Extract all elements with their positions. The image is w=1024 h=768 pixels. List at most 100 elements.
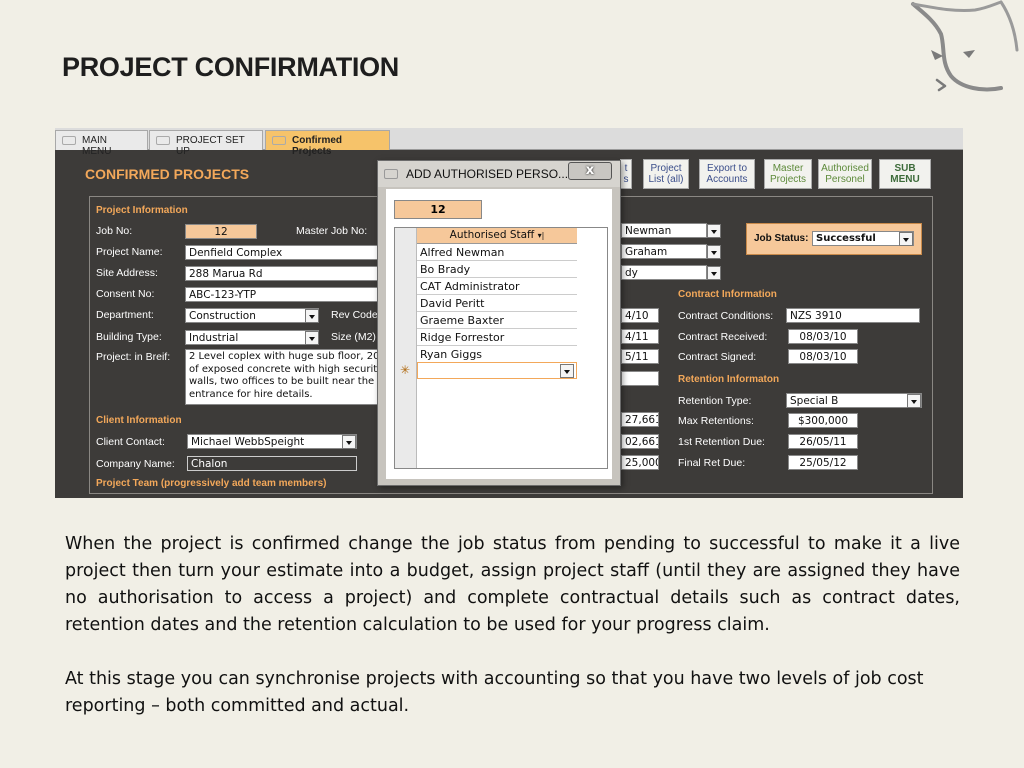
description-paragraph: When the project is confirmed change the… [65, 534, 960, 635]
staff-field[interactable]: Graham [621, 244, 707, 259]
building-type-label: Building Type: [96, 331, 162, 343]
master-projects-button[interactable]: Master Projects [764, 159, 812, 189]
max-retentions-field[interactable]: $300,000 [788, 413, 858, 428]
contract-conditions-field[interactable]: NZS 3910 [786, 308, 920, 323]
navigation-tabs: MAIN MENU PROJECT SET UP Confirmed Proje… [55, 128, 963, 157]
contract-received-label: Contract Received: [678, 331, 768, 343]
max-retentions-label: Max Retentions: [678, 415, 754, 427]
staff-field[interactable]: dy [621, 265, 707, 280]
tab-project-set-up[interactable]: PROJECT SET UP [149, 130, 263, 157]
building-type-dropdown[interactable]: Industrial [185, 330, 319, 345]
chevron-down-icon[interactable] [707, 224, 721, 238]
job-status-label: Job Status: [754, 233, 809, 244]
form-heading: CONFIRMED PROJECTS [85, 166, 250, 182]
chevron-down-icon[interactable] [560, 364, 574, 378]
amount-field[interactable]: 02,661 [621, 434, 659, 449]
contract-signed-label: Contract Signed: [678, 351, 757, 363]
tab-confirmed-projects[interactable]: Confirmed Projects [265, 130, 390, 157]
project-name-label: Project Name: [96, 246, 163, 258]
client-info-heading: Client Information [96, 415, 182, 426]
retention-type-dropdown[interactable]: Special B [786, 393, 922, 408]
sort-dropdown-icon[interactable]: ▾| [538, 231, 545, 240]
date-field[interactable]: 4/10 [621, 308, 659, 323]
add-authorised-personnel-dialog: ADD AUTHORISED PERSO... x 12 Authorised … [377, 160, 621, 486]
first-retention-due-label: 1st Retention Due: [678, 436, 765, 448]
chevron-down-icon[interactable] [305, 309, 319, 323]
retention-type-label: Retention Type: [678, 395, 752, 407]
close-button[interactable]: x [568, 162, 612, 180]
amount-field[interactable]: 27,661 [621, 412, 659, 427]
job-no-label: Job No: [96, 225, 133, 237]
chevron-down-icon[interactable] [707, 266, 721, 280]
table-row[interactable]: Ridge Forrestor [417, 329, 577, 346]
rev-code-label: Rev Code [331, 309, 378, 321]
date-field[interactable]: 5/11 [621, 349, 659, 364]
authorised-personel-button[interactable]: Authorised Personel [818, 159, 872, 189]
department-dropdown[interactable]: Construction [185, 308, 319, 323]
size-label: Size (M2) [331, 331, 376, 343]
chevron-down-icon[interactable] [907, 394, 921, 408]
authorised-staff-column-header[interactable]: Authorised Staff ▾| [417, 228, 577, 244]
client-contact-label: Client Contact: [96, 436, 165, 448]
project-brief-field[interactable]: 2 Level coplex with huge sub floor, 20 o… [185, 349, 385, 405]
tab-label: Confirmed Projects [292, 135, 342, 157]
new-staff-dropdown[interactable] [417, 362, 577, 379]
consent-no-label: Consent No: [96, 288, 155, 300]
tab-label: MAIN MENU [82, 135, 112, 157]
record-selector-column[interactable] [395, 228, 417, 468]
tab-label: PROJECT SET UP [176, 135, 245, 157]
company-name-field[interactable]: Chalon [187, 456, 357, 471]
company-name-label: Company Name: [96, 458, 175, 470]
client-contact-dropdown[interactable]: Michael WebbSpeight [187, 434, 357, 449]
project-info-heading: Project Information [96, 205, 188, 216]
table-row[interactable]: Bo Brady [417, 261, 577, 278]
blank-field[interactable] [621, 371, 659, 386]
chevron-down-icon[interactable] [342, 435, 356, 449]
site-address-field[interactable]: 288 Marua Rd [185, 266, 385, 281]
job-no-field[interactable]: 12 [185, 224, 257, 239]
form-icon [272, 136, 286, 145]
description-paragraph: At this stage you can synchronise projec… [65, 669, 924, 716]
department-label: Department: [96, 309, 154, 321]
chevron-down-icon[interactable] [707, 245, 721, 259]
project-list-button[interactable]: Project List (all) [643, 159, 689, 189]
chevron-down-icon[interactable] [899, 232, 913, 246]
date-field[interactable]: 4/11 [621, 329, 659, 344]
slide-title: PROJECT CONFIRMATION [62, 52, 399, 82]
form-icon [384, 169, 398, 179]
contract-conditions-label: Contract Conditions: [678, 310, 774, 322]
export-to-accounts-button[interactable]: Export to Accounts [699, 159, 755, 189]
form-icon [62, 136, 76, 145]
sub-menu-button[interactable]: SUB MENU [879, 159, 931, 189]
form-icon [156, 136, 170, 145]
contract-received-field[interactable]: 08/03/10 [788, 329, 858, 344]
table-row[interactable]: Graeme Baxter [417, 312, 577, 329]
contract-signed-field[interactable]: 08/03/10 [788, 349, 858, 364]
table-row[interactable]: CAT Administrator [417, 278, 577, 295]
cat-logo-icon [911, 0, 1019, 92]
staff-field[interactable]: Newman [621, 223, 707, 238]
retention-info-heading: Retention Informaton [678, 374, 780, 385]
tab-main-menu[interactable]: MAIN MENU [55, 130, 148, 157]
site-address-label: Site Address: [96, 267, 158, 279]
consent-no-field[interactable]: ABC-123-YTP [185, 287, 385, 302]
dialog-body: 12 Authorised Staff ▾| Alfred Newman Bo … [386, 189, 612, 479]
dialog-title: ADD AUTHORISED PERSO... [406, 167, 569, 181]
authorised-staff-grid: Authorised Staff ▾| Alfred Newman Bo Bra… [394, 227, 608, 469]
chevron-down-icon[interactable] [305, 331, 319, 345]
first-retention-due-field[interactable]: 26/05/11 [788, 434, 858, 449]
master-job-no-label: Master Job No: [296, 225, 368, 237]
final-retention-due-label: Final Ret Due: [678, 457, 746, 469]
new-record-icon: ✳ [400, 363, 411, 377]
contract-info-heading: Contract Information [678, 289, 777, 300]
project-name-field[interactable]: Denfield Complex [185, 245, 385, 260]
table-row[interactable]: David Peritt [417, 295, 577, 312]
dialog-job-no: 12 [394, 200, 482, 219]
hidden-button[interactable]: ts [620, 159, 632, 189]
project-brief-label: Project: in Breif: [96, 351, 171, 363]
table-row[interactable]: Ryan Giggs [417, 346, 577, 363]
table-row[interactable]: Alfred Newman [417, 244, 577, 261]
project-team-heading: Project Team (progressively add team mem… [96, 478, 327, 489]
final-retention-due-field[interactable]: 25/05/12 [788, 455, 858, 470]
amount-field[interactable]: 25,000 [621, 455, 659, 470]
